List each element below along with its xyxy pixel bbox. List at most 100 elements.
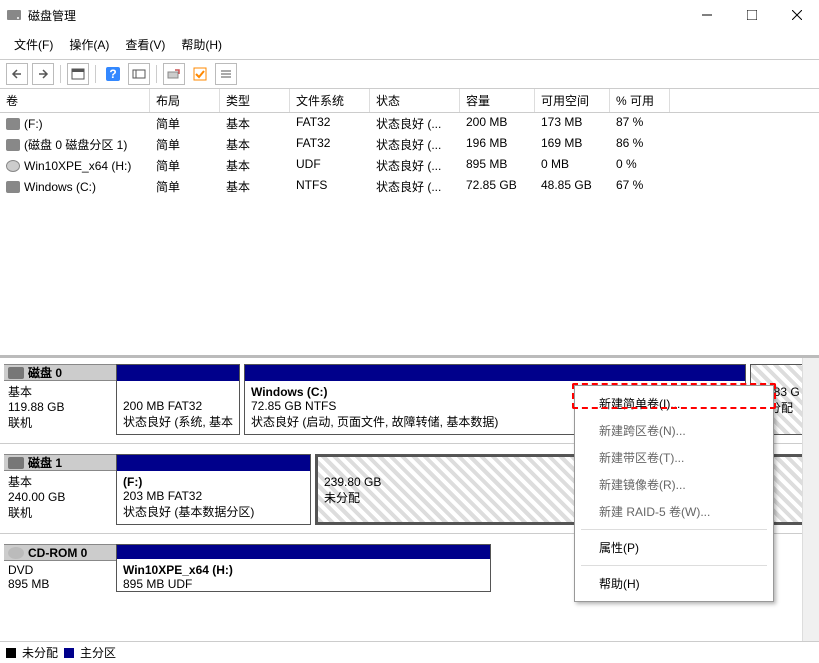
list-row[interactable]: Windows (C:) 简单 基本 NTFS 状态良好 (... 72.85 … xyxy=(0,176,819,197)
list-row[interactable]: Win10XPE_x64 (H:) 简单 基本 UDF 状态良好 (... 89… xyxy=(0,155,819,176)
vol-status: 状态良好 (... xyxy=(370,134,460,155)
col-pct[interactable]: % 可用 xyxy=(610,89,670,112)
ctx-properties[interactable]: 属性(P) xyxy=(575,534,773,561)
svg-text:?: ? xyxy=(109,67,116,81)
col-status[interactable]: 状态 xyxy=(370,89,460,112)
ctx-new-simple[interactable]: 新建简单卷(I)... xyxy=(575,390,773,417)
menubar: 文件(F) 操作(A) 查看(V) 帮助(H) xyxy=(0,30,819,59)
disk-size: 119.88 GB xyxy=(8,400,112,414)
legend: 未分配 主分区 xyxy=(0,641,819,663)
ctx-new-stripe[interactable]: 新建带区卷(T)... xyxy=(575,444,773,471)
scrollbar-vertical[interactable] xyxy=(802,358,819,641)
list-row[interactable]: (磁盘 0 磁盘分区 1) 简单 基本 FAT32 状态良好 (... 196 … xyxy=(0,134,819,155)
menu-help[interactable]: 帮助(H) xyxy=(173,32,230,57)
col-free[interactable]: 可用空间 xyxy=(535,89,610,112)
disk-size: 240.00 GB xyxy=(8,490,112,504)
vol-type: 基本 xyxy=(220,113,290,134)
help-icon[interactable]: ? xyxy=(102,63,124,85)
ctx-new-raid5[interactable]: 新建 RAID-5 卷(W)... xyxy=(575,498,773,525)
vol-name: Windows (C:) xyxy=(24,180,96,194)
disk-label: 磁盘 0 xyxy=(28,364,62,381)
vol-cap: 72.85 GB xyxy=(460,176,535,197)
vol-status: 状态良好 (... xyxy=(370,155,460,176)
legend-swatch-primary xyxy=(64,648,74,658)
col-capacity[interactable]: 容量 xyxy=(460,89,535,112)
vol-type: 基本 xyxy=(220,155,290,176)
close-button[interactable] xyxy=(774,1,819,29)
refresh-icon[interactable] xyxy=(128,63,150,85)
col-type[interactable]: 类型 xyxy=(220,89,290,112)
disk-state: 联机 xyxy=(8,504,112,521)
disk-icon xyxy=(8,457,24,469)
vol-pct: 87 % xyxy=(610,113,670,134)
vol-fs: UDF xyxy=(290,155,370,176)
back-button[interactable] xyxy=(6,63,28,85)
vol-layout: 简单 xyxy=(150,176,220,197)
maximize-button[interactable] xyxy=(729,1,774,29)
minimize-button[interactable] xyxy=(684,1,729,29)
vol-name: (F:) xyxy=(24,117,43,131)
assign-button[interactable] xyxy=(163,63,185,85)
menu-action[interactable]: 操作(A) xyxy=(61,32,117,57)
drive-icon xyxy=(6,118,20,130)
col-fs[interactable]: 文件系统 xyxy=(290,89,370,112)
drive-icon xyxy=(6,181,20,193)
vol-status: 状态良好 (... xyxy=(370,113,460,134)
drive-icon xyxy=(6,139,20,151)
ctx-new-mirror[interactable]: 新建镜像卷(R)... xyxy=(575,471,773,498)
col-layout[interactable]: 布局 xyxy=(150,89,220,112)
part-size: 203 MB FAT32 xyxy=(123,489,304,503)
vol-pct: 0 % xyxy=(610,155,670,176)
vol-pct: 67 % xyxy=(610,176,670,197)
disk-state: 联机 xyxy=(8,414,112,431)
vol-fs: FAT32 xyxy=(290,113,370,134)
vol-layout: 简单 xyxy=(150,134,220,155)
part-size: 895 MB UDF xyxy=(123,577,484,591)
vol-free: 0 MB xyxy=(535,155,610,176)
vol-cap: 895 MB xyxy=(460,155,535,176)
vol-pct: 86 % xyxy=(610,134,670,155)
menu-view[interactable]: 查看(V) xyxy=(117,32,173,57)
vol-fs: FAT32 xyxy=(290,134,370,155)
part-status: 状态良好 (基本数据分区) xyxy=(123,503,304,520)
vol-type: 基本 xyxy=(220,176,290,197)
list-icon[interactable] xyxy=(215,63,237,85)
vol-layout: 简单 xyxy=(150,155,220,176)
check-icon[interactable] xyxy=(189,63,211,85)
window-title: 磁盘管理 xyxy=(28,7,76,24)
disk-type: DVD xyxy=(8,563,112,577)
partition[interactable]: (F:)203 MB FAT32状态良好 (基本数据分区) xyxy=(116,454,311,525)
forward-button[interactable] xyxy=(32,63,54,85)
context-menu: 新建简单卷(I)... 新建跨区卷(N)... 新建带区卷(T)... 新建镜像… xyxy=(574,385,774,602)
view-button[interactable] xyxy=(67,63,89,85)
col-volume[interactable]: 卷 xyxy=(0,89,150,112)
part-title: Win10XPE_x64 (H:) xyxy=(123,563,484,577)
partition[interactable]: Win10XPE_x64 (H:)895 MB UDF xyxy=(116,544,491,592)
disk-info[interactable]: 磁盘 0 基本 119.88 GB 联机 xyxy=(4,364,116,435)
part-status: 状态良好 (系统, 基本 xyxy=(123,413,233,430)
vol-status: 状态良好 (... xyxy=(370,176,460,197)
vol-cap: 196 MB xyxy=(460,134,535,155)
toolbar: ? xyxy=(0,59,819,89)
disk-size: 895 MB xyxy=(8,577,112,591)
vol-free: 48.85 GB xyxy=(535,176,610,197)
legend-label: 未分配 xyxy=(22,644,58,661)
vol-name: (磁盘 0 磁盘分区 1) xyxy=(24,136,127,153)
volume-list: (F:) 简单 基本 FAT32 状态良好 (... 200 MB 173 MB… xyxy=(0,113,819,355)
vol-free: 169 MB xyxy=(535,134,610,155)
disk-label: 磁盘 1 xyxy=(28,454,62,471)
app-icon xyxy=(6,7,22,23)
ctx-new-span[interactable]: 新建跨区卷(N)... xyxy=(575,417,773,444)
disk-type: 基本 xyxy=(8,383,112,400)
ctx-help[interactable]: 帮助(H) xyxy=(575,570,773,597)
cd-icon xyxy=(6,160,20,172)
list-header: 卷 布局 类型 文件系统 状态 容量 可用空间 % 可用 xyxy=(0,89,819,113)
part-size: 200 MB FAT32 xyxy=(123,399,233,413)
vol-free: 173 MB xyxy=(535,113,610,134)
disk-info[interactable]: CD-ROM 0 DVD 895 MB xyxy=(4,544,116,593)
partition[interactable]: 200 MB FAT32状态良好 (系统, 基本 xyxy=(116,364,240,435)
disk-info[interactable]: 磁盘 1 基本 240.00 GB 联机 xyxy=(4,454,116,525)
menu-file[interactable]: 文件(F) xyxy=(6,32,61,57)
list-row[interactable]: (F:) 简单 基本 FAT32 状态良好 (... 200 MB 173 MB… xyxy=(0,113,819,134)
vol-type: 基本 xyxy=(220,134,290,155)
